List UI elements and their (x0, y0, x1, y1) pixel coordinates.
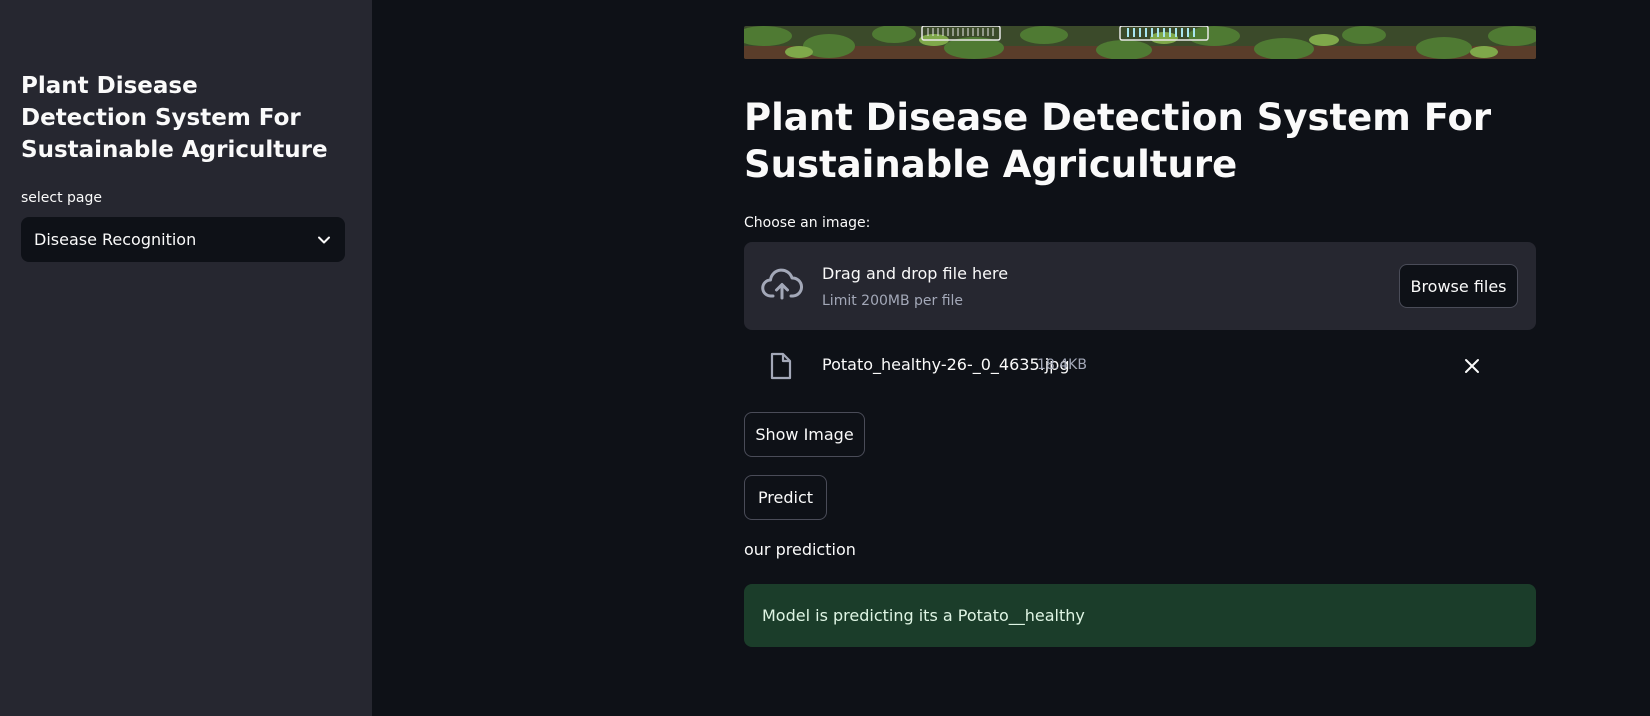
chevron-down-icon (316, 232, 332, 248)
uploaded-file: Potato_healthy-26-_0_4635.jpg 18.4KB (744, 342, 1536, 392)
dropzone-instructions: Drag and drop file here (822, 264, 1009, 283)
file-dropzone[interactable]: Drag and drop file here Limit 200MB per … (744, 242, 1536, 330)
main-content: Plant Disease Detection System For Susta… (372, 0, 1650, 716)
app: Plant Disease Detection System For Susta… (0, 0, 1650, 716)
predict-button[interactable]: Predict (744, 475, 827, 520)
prediction-result-alert: Model is predicting its a Potato__health… (744, 584, 1536, 647)
prediction-heading: our prediction (744, 540, 856, 559)
cloud-upload-icon (761, 266, 803, 306)
uploaded-file-size: 18.4KB (1037, 357, 1087, 373)
page-select[interactable]: Disease Recognition (21, 217, 345, 262)
prediction-result-text: Model is predicting its a Potato__health… (762, 606, 1085, 625)
browse-files-button[interactable]: Browse files (1399, 264, 1518, 308)
page-title: Plant Disease Detection System For Susta… (744, 96, 1492, 186)
dropzone-limit: Limit 200MB per file (822, 293, 964, 309)
page-select-value: Disease Recognition (34, 230, 197, 249)
show-image-button[interactable]: Show Image (744, 412, 865, 457)
file-icon (769, 352, 793, 380)
banner-image (744, 26, 1536, 59)
file-uploader-label: Choose an image: (744, 215, 871, 231)
close-icon[interactable] (1462, 356, 1482, 376)
select-page-label: select page (21, 190, 103, 206)
sidebar: Plant Disease Detection System For Susta… (0, 0, 372, 716)
sidebar-title: Plant Disease Detection System For Susta… (21, 73, 328, 163)
uploaded-file-name: Potato_healthy-26-_0_4635.jpg (822, 355, 1070, 374)
